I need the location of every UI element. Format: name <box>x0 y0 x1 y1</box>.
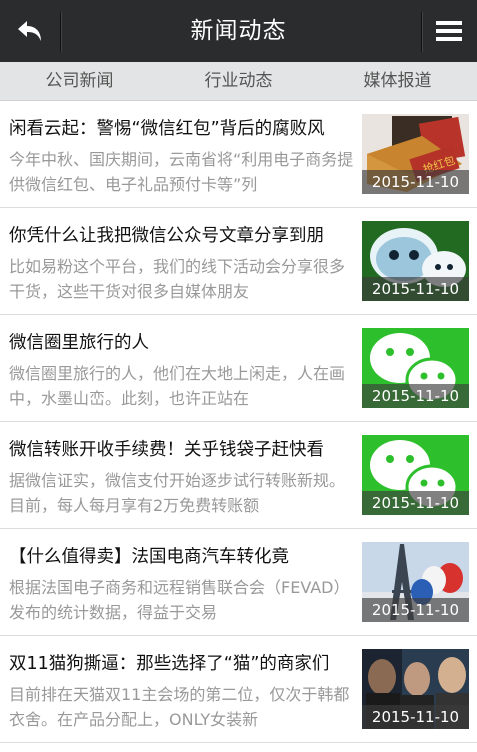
news-thumbnail: 2015-11-10 <box>362 221 469 301</box>
news-thumbnail: 2015-11-10 <box>362 328 469 408</box>
news-date: 2015-11-10 <box>362 384 469 408</box>
news-date: 2015-11-10 <box>362 705 469 729</box>
news-thumbnail: 2015-11-10 <box>362 435 469 515</box>
news-title: 闲看云起：警惕“微信红包”背后的腐败风 <box>9 119 325 139</box>
news-date: 2015-11-10 <box>362 491 469 515</box>
news-list: 闲看云起：警惕“微信红包”背后的腐败风 今年中秋、国庆期间，云南省将“利用电子商… <box>0 101 477 743</box>
news-title: 双11猫狗撕逼：那些选择了“猫”的商家们 <box>9 654 330 674</box>
app-header: 新闻动态 <box>0 0 477 62</box>
news-summary: 目前排在天猫双11主会场的第二位，仅次于韩都衣舍。在产品分配上，ONLY女装新 <box>9 685 350 729</box>
tab-company-news[interactable]: 公司新闻 <box>0 62 159 100</box>
news-date: 2015-11-10 <box>362 277 469 301</box>
news-date: 2015-11-10 <box>362 598 469 622</box>
tab-media-reports[interactable]: 媒体报道 <box>318 62 477 100</box>
news-thumbnail: 抢红包 2015-11-10 <box>362 114 469 194</box>
news-item[interactable]: 双11猫狗撕逼：那些选择了“猫”的商家们 目前排在天猫双11主会场的第二位，仅次… <box>0 636 477 743</box>
news-item[interactable]: 【什么值得卖】法国电商汽车转化竟 根据法国电子商务和远程销售联合会（FEVAD）… <box>0 529 477 636</box>
news-date: 2015-11-10 <box>362 170 469 194</box>
news-title: 你凭什么让我把微信公众号文章分享到朋 <box>9 226 324 246</box>
news-thumbnail: 2015-11-10 <box>362 542 469 622</box>
news-summary: 根据法国电子商务和远程销售联合会（FEVAD）发布的统计数据，得益于交易 <box>9 578 350 622</box>
news-summary: 今年中秋、国庆期间，云南省将“利用电子商务提供微信红包、电子礼品预付卡等”列 <box>9 150 354 194</box>
hamburger-menu-icon <box>436 21 462 41</box>
news-item[interactable]: 微信转账开收手续费！关乎钱袋子赶快看 据微信证实，微信支付开始逐步试行转账新规。… <box>0 422 477 529</box>
page-title: 新闻动态 <box>190 18 287 44</box>
news-thumbnail: 2015-11-10 <box>362 649 469 729</box>
news-summary: 比如易粉这个平台，我们的线下活动会分享很多干货，这些干货对很多自媒体朋友 <box>9 257 346 301</box>
news-summary: 据微信证实，微信支付开始逐步试行转账新规。目前，每人每月享有2万免费转账额 <box>9 471 346 515</box>
news-title: 微信圈里旅行的人 <box>9 333 149 353</box>
news-title: 【什么值得卖】法国电商汽车转化竟 <box>9 547 289 567</box>
news-summary: 微信圈里旅行的人，他们在大地上闲走，人在画中，水墨山峦。此刻，也许正站在 <box>9 364 346 408</box>
menu-button[interactable] <box>421 0 477 62</box>
tab-industry-news[interactable]: 行业动态 <box>159 62 318 100</box>
news-item[interactable]: 闲看云起：警惕“微信红包”背后的腐败风 今年中秋、国庆期间，云南省将“利用电子商… <box>0 101 477 208</box>
news-title: 微信转账开收手续费！关乎钱袋子赶快看 <box>9 440 324 460</box>
news-item[interactable]: 你凭什么让我把微信公众号文章分享到朋 比如易粉这个平台，我们的线下活动会分享很多… <box>0 208 477 315</box>
category-tabs: 公司新闻 行业动态 媒体报道 <box>0 62 477 101</box>
news-item[interactable]: 微信圈里旅行的人 微信圈里旅行的人，他们在大地上闲走，人在画中，水墨山峦。此刻，… <box>0 315 477 422</box>
